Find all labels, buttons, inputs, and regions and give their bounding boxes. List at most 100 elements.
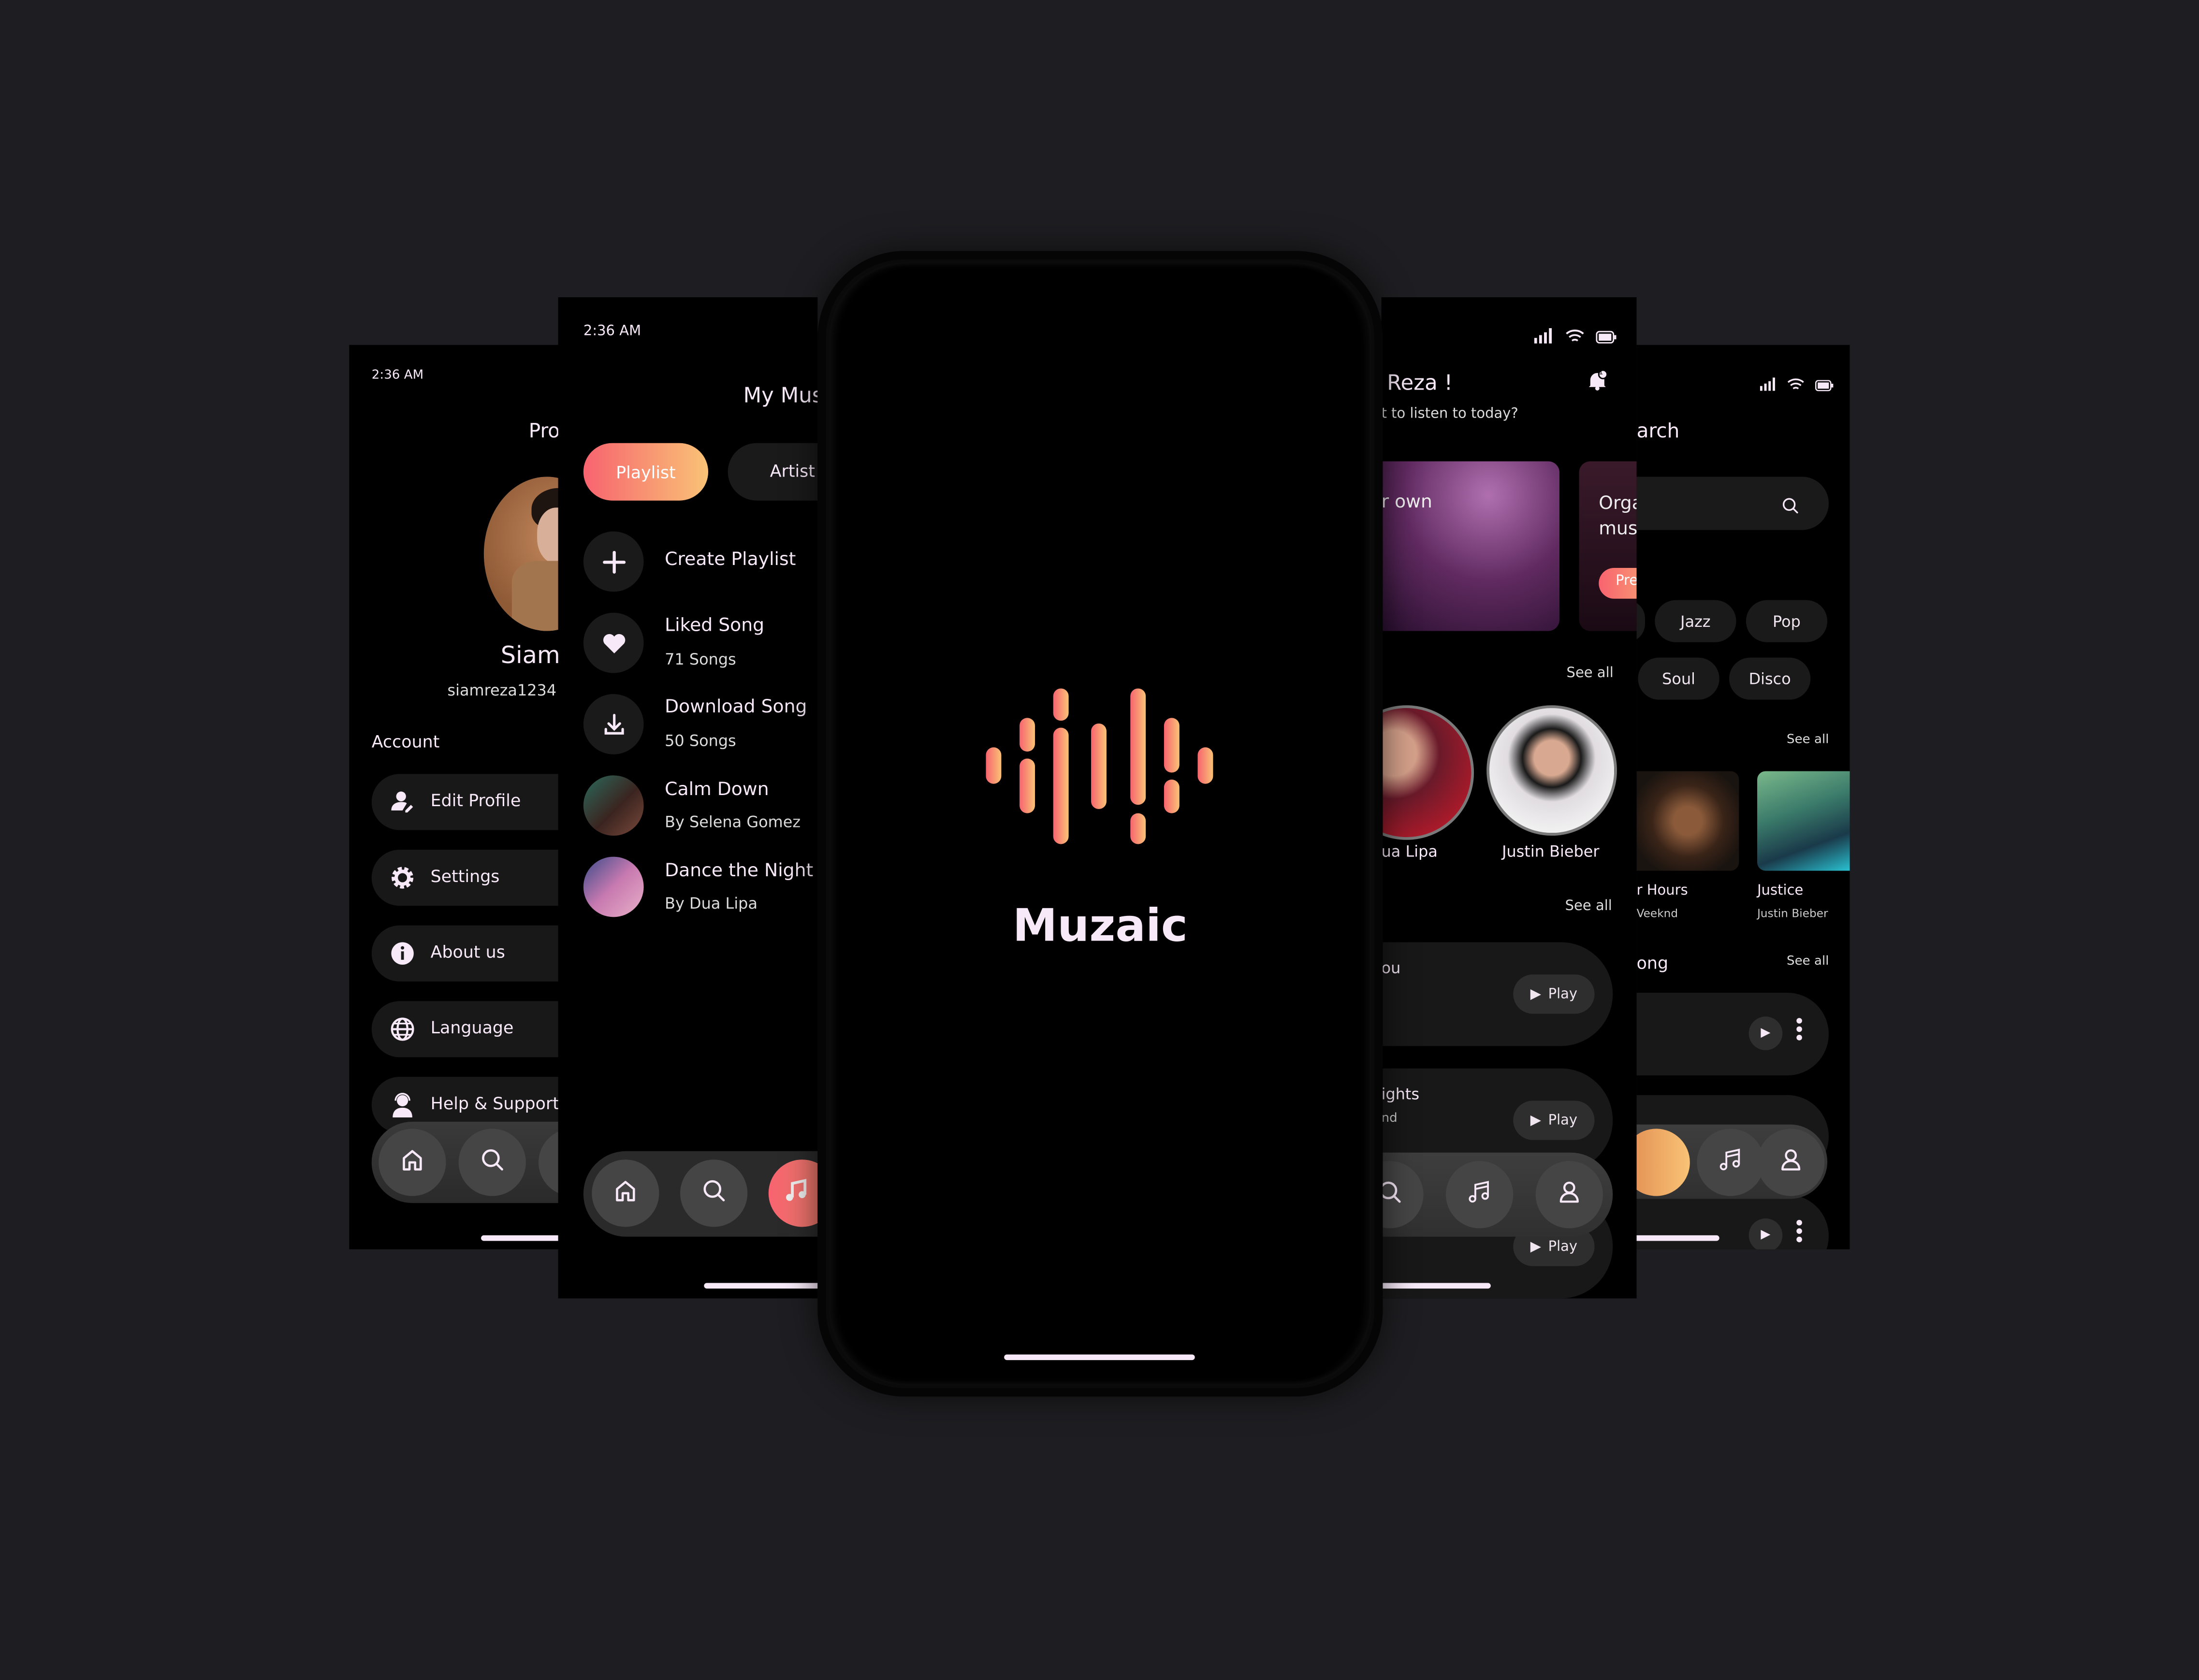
nav-search-button[interactable] [1381,1161,1424,1229]
nav-search-button[interactable] [680,1159,748,1227]
artist-avatar-dua-lipa[interactable] [1381,705,1474,840]
bottom-nav [583,1151,818,1237]
song-row[interactable]: ▶ [1636,992,1829,1076]
logo-bar [1130,813,1146,844]
banner-card[interactable]: Orga mus Pre [1579,461,1637,631]
nav-search-button-active[interactable] [1636,1129,1690,1196]
item-title: Calm Down [665,780,769,801]
plus-icon [583,531,644,592]
wifi-icon [1565,322,1585,349]
nav-home-button[interactable] [379,1129,446,1196]
home-indicator [1381,1283,1491,1289]
tab-label: Artist [770,461,815,481]
play-icon: ▶ [1530,1239,1542,1255]
search-input[interactable] [1636,477,1829,530]
nav-music-button-active[interactable] [768,1159,818,1227]
status-icons [1534,322,1617,349]
song-artist: nd [1381,1112,1398,1126]
songs-see-all-link[interactable]: See all [1565,899,1612,914]
song-title: ou [1381,959,1401,978]
my-music-screen: 2:36 AM My Mus Playlist Artist Create Pl… [558,297,818,1299]
menu-item-label: Help & Support [430,1093,559,1114]
greeting: Reza ! [1387,370,1453,396]
item-subtitle: 50 Songs [665,732,736,751]
gear-icon [390,865,415,896]
mockup-stage: 2:36 AM Pro Siam siamreza1234! Account E… [0,0,2199,1680]
genre-chip-soul[interactable]: Soul [1638,657,1719,700]
menu-item-about[interactable]: About us [371,925,574,982]
item-subtitle: By Selena Gomez [665,813,801,832]
genre-chip-disco[interactable]: Disco [1729,657,1811,700]
play-button[interactable]: ▶ [1748,1016,1783,1050]
play-label: Play [1548,1113,1578,1128]
play-icon: ▶ [1530,1113,1542,1128]
nav-profile-button[interactable] [1757,1129,1825,1196]
music-note-icon [784,1178,809,1209]
menu-item-settings[interactable]: Settings [371,850,574,906]
menu-item-label: Edit Profile [430,791,521,811]
logo-bar [1091,723,1107,809]
albums-see-all-link[interactable]: See all [1787,733,1829,747]
logo-bar [1164,718,1180,773]
nav-music-button[interactable] [1446,1161,1514,1229]
item-title: Download Song [665,696,807,718]
notification-bell-button[interactable]: 1 [1586,369,1608,397]
menu-item-label: Settings [430,866,500,886]
play-label: Play [1548,1239,1578,1255]
banner-text: r own [1381,492,1432,513]
logo-bar [1164,780,1180,813]
nav-profile-button[interactable] [1535,1161,1603,1229]
album-title: r Hours [1636,883,1688,899]
status-time: 2:36 AM [371,368,424,383]
signal-icon [1760,370,1777,397]
play-button[interactable]: ▶ Play [1513,1101,1595,1140]
genre-chip-partial[interactable] [1636,600,1645,642]
album-cover-justice[interactable] [1757,771,1850,871]
genre-chip-jazz[interactable]: Jazz [1655,600,1736,642]
music-note-icon [1718,1147,1743,1178]
play-button[interactable]: ▶ Play [1513,974,1595,1014]
user-icon [1557,1179,1582,1210]
songs-see-all-link[interactable]: See all [1787,955,1829,969]
user-name: Siam [500,642,560,670]
item-title: Create Playlist [665,550,796,571]
artist-avatar-justin-bieber[interactable] [1486,705,1617,836]
status-time: 2:36 AM [583,324,641,340]
nav-search-button[interactable] [458,1129,526,1196]
nav-home-button[interactable] [592,1159,659,1227]
logo-bar [1053,688,1069,721]
tab-artist[interactable]: Artist [728,443,818,501]
song-card[interactable]: ou ▶ Play [1381,942,1613,1046]
bell-icon [1586,369,1608,397]
logo-bar [1053,727,1069,844]
nav-music-button[interactable] [1697,1129,1764,1196]
profile-screen: 2:36 AM Pro Siam siamreza1234! Account E… [349,345,574,1249]
item-title: Dance the Night [665,861,814,882]
item-subtitle: 71 Songs [665,651,736,669]
download-icon [583,694,644,754]
center-phone-frame: Muzaic [817,251,1383,1397]
genre-chip-pop[interactable]: Pop [1746,600,1828,642]
menu-item-language[interactable]: Language [371,1001,574,1057]
banner-card[interactable]: r own [1381,461,1560,631]
artists-see-all-link[interactable]: See all [1567,666,1614,681]
wifi-icon [1787,370,1805,397]
menu-item-edit-profile[interactable]: Edit Profile [371,774,574,830]
status-icons [1760,370,1835,397]
notification-count: 1 [1599,368,1603,377]
premium-button-label: Pre [1616,573,1637,589]
song-row[interactable]: ▶ [1636,1194,1829,1249]
logo-bar [986,747,1002,784]
album-artist: Justin Bieber [1757,907,1828,920]
home-indicator [704,1283,818,1289]
home-icon [400,1147,425,1178]
search-screen: arch Jazz Pop Soul Disco See all r Hours… [1636,345,1850,1249]
more-options-icon[interactable] [1796,1219,1802,1243]
premium-button[interactable]: Pre [1599,567,1637,599]
album-cover-after-hours[interactable] [1636,771,1739,871]
more-options-icon[interactable] [1796,1018,1802,1041]
page-title: Pro [528,420,560,443]
play-button[interactable]: ▶ [1748,1218,1783,1249]
tab-playlist[interactable]: Playlist [583,443,709,501]
battery-icon [1815,370,1835,397]
